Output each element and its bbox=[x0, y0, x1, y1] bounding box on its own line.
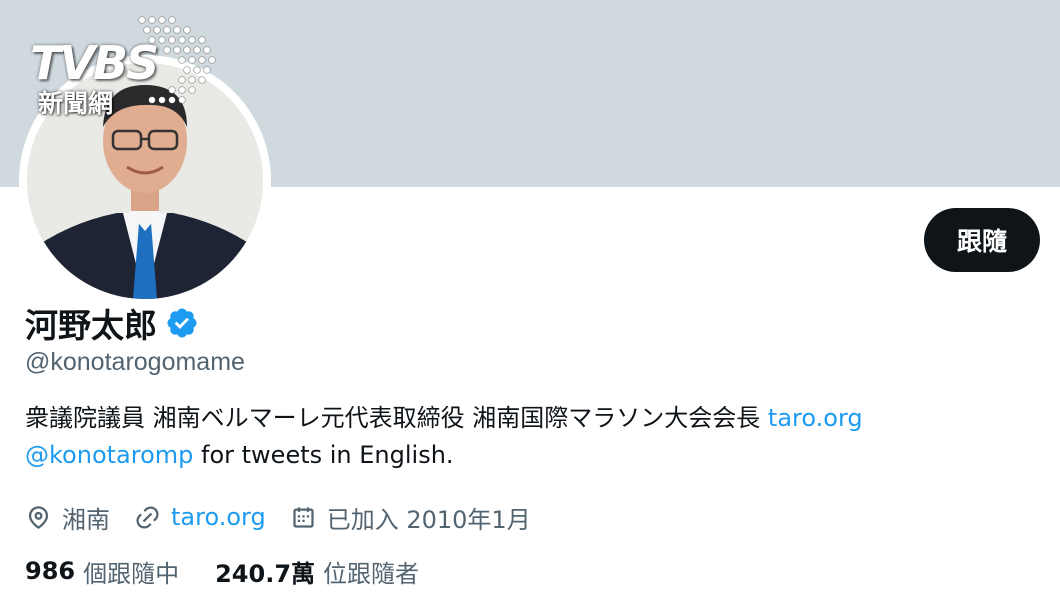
profile-meta: 湘南 taro.org 已加入 2010年1月 bbox=[25, 498, 555, 536]
joined-date: 已加入 2010年1月 bbox=[326, 505, 531, 534]
followers-count: 240.7萬 bbox=[215, 559, 316, 588]
location-pin-icon bbox=[28, 505, 49, 529]
followers-stat[interactable]: 240.7萬 位跟隨者 bbox=[215, 554, 419, 589]
website-item[interactable]: taro.org bbox=[134, 503, 266, 531]
following-label: 個跟隨中 bbox=[83, 559, 180, 588]
bio-suffix: for tweets in English. bbox=[201, 441, 454, 469]
follow-button[interactable]: 跟隨 bbox=[924, 208, 1040, 272]
following-count: 986 bbox=[25, 557, 76, 585]
bio-text: 衆議院議員 湘南ベルマーレ元代表取締役 湘南国際マラソン大会会長 bbox=[25, 404, 761, 432]
location-item: 湘南 bbox=[25, 500, 110, 535]
display-name: 河野太郎 bbox=[25, 306, 157, 345]
followers-label: 位跟隨者 bbox=[323, 559, 420, 588]
verified-badge-icon[interactable] bbox=[165, 306, 199, 340]
watermark-dots-icon bbox=[138, 16, 216, 104]
tvbs-watermark-logo: TVBS 新聞網 bbox=[28, 14, 218, 118]
handle: @konotarogomame bbox=[25, 348, 245, 376]
link-icon bbox=[136, 505, 159, 529]
website-link[interactable]: taro.org bbox=[171, 503, 266, 531]
location-text: 湘南 bbox=[62, 505, 110, 534]
watermark-subtitle: 新聞網 bbox=[38, 89, 114, 118]
joined-item: 已加入 2010年1月 bbox=[290, 500, 531, 535]
bio-link[interactable]: taro.org bbox=[768, 404, 863, 432]
bio-mention-link[interactable]: @konotaromp bbox=[25, 441, 193, 469]
follow-stats: 986 個跟隨中 240.7萬 位跟隨者 bbox=[25, 552, 455, 590]
name-row: 河野太郎 bbox=[25, 300, 199, 346]
calendar-icon bbox=[293, 506, 314, 528]
bio: 衆議院議員 湘南ベルマーレ元代表取締役 湘南国際マラソン大会会長 taro.or… bbox=[25, 400, 1045, 474]
following-stat[interactable]: 986 個跟隨中 bbox=[25, 554, 179, 589]
